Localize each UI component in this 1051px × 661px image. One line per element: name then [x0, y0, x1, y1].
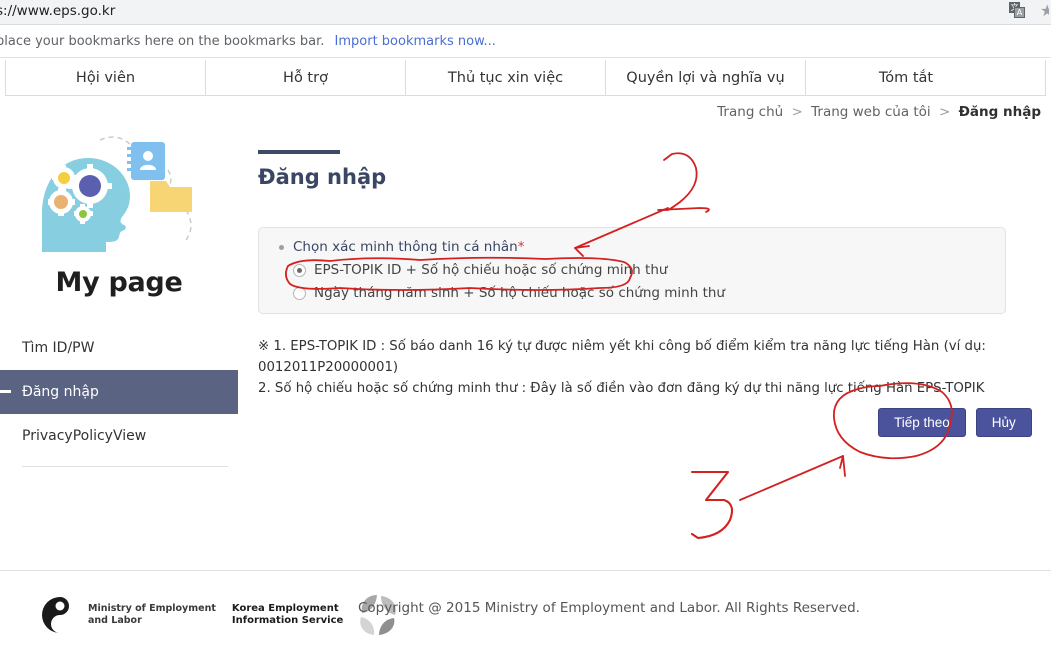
verification-legend: Chọn xác minh thông tin cá nhân *	[279, 239, 1005, 255]
sidebar-item-dang-nhap[interactable]: Đăng nhập	[0, 370, 238, 414]
nav-tab-hoi-vien[interactable]: Hội viên	[6, 60, 206, 95]
bullet-icon	[279, 244, 284, 250]
molab-line-1: Ministry of Employment	[88, 603, 216, 614]
annotation-arrow-head-2	[839, 455, 846, 477]
annotation-arrow-shaft-2	[739, 455, 844, 501]
title-rule	[258, 150, 340, 154]
page-root: s://www.eps.go.kr 文 A ★ place your bookm…	[0, 0, 1051, 661]
copyright-text: Copyright @ 2015 Ministry of Employment …	[358, 600, 860, 616]
nav-tab-tom-tat[interactable]: Tóm tắt	[806, 60, 1006, 95]
breadcrumb-section[interactable]: Trang web của tôi	[811, 104, 931, 120]
breadcrumb-current: Đăng nhập	[958, 104, 1041, 120]
sidebar-title: My page	[55, 267, 183, 298]
translate-icon[interactable]: 文 A	[1009, 2, 1026, 19]
ministry-of-employment-and-labor-logo-icon	[40, 595, 80, 635]
note-line-1: ※ 1. EPS-TOPIK ID : Số báo danh 16 ký tự…	[258, 339, 986, 354]
star-icon[interactable]: ★	[1040, 2, 1049, 19]
ministry-of-employment-and-labor-label: Ministry of Employment and Labor	[88, 603, 216, 627]
browser-address-bar[interactable]: s://www.eps.go.kr 文 A ★	[0, 0, 1051, 25]
bookmarks-hint-text: place your bookmarks here on the bookmar…	[0, 34, 325, 49]
page-title: Đăng nhập	[258, 165, 387, 189]
main-content: Đăng nhập Chọn xác minh thông tin cá nhâ…	[258, 150, 1032, 437]
verification-legend-text: Chọn xác minh thông tin cá nhân	[293, 239, 518, 255]
footer: Ministry of Employment and Labor Korea E…	[0, 571, 1051, 661]
omnibox-icon-group: 文 A ★	[1009, 2, 1049, 19]
address-bar-url[interactable]: s://www.eps.go.kr	[0, 3, 115, 19]
annotation-digit-three	[690, 470, 734, 540]
action-button-row: Tiếp theo Hủy	[878, 408, 1032, 437]
molab-line-2: and Labor	[88, 615, 142, 626]
nav-tab-thu-tuc-xin-viec[interactable]: Thủ tục xin việc	[406, 60, 606, 95]
radio-icon-selected[interactable]	[293, 263, 306, 277]
breadcrumb: Trang chủ > Trang web của tôi > Đăng nhậ…	[717, 104, 1041, 120]
site-nav-tabs: Hội viên Hỗ trợ Thủ tục xin việc Quyền l…	[5, 60, 1046, 96]
notes-block: ※ 1. EPS-TOPIK ID : Số báo danh 16 ký tự…	[258, 336, 1018, 399]
sidebar-item-privacy-policy-view[interactable]: PrivacyPolicyView	[0, 414, 238, 458]
verification-method-box: Chọn xác minh thông tin cá nhân * EPS-TOP…	[258, 227, 1006, 314]
sidebar-item-tim-id-pw[interactable]: Tìm ID/PW	[0, 326, 238, 370]
brain-gears-illustration	[0, 118, 238, 263]
sidebar: My page Tìm ID/PW Đăng nhập PrivacyPolic…	[0, 118, 238, 467]
bookmarks-bar: place your bookmarks here on the bookmar…	[0, 25, 1051, 58]
breadcrumb-home[interactable]: Trang chủ	[717, 104, 783, 120]
sidebar-item-label: PrivacyPolicyView	[22, 428, 147, 444]
import-bookmarks-link[interactable]: Import bookmarks now...	[335, 34, 496, 49]
nav-tab-ho-tro[interactable]: Hỗ trợ	[206, 60, 406, 95]
keis-line-1: Korea Employment	[231, 602, 339, 614]
breadcrumb-separator: >	[791, 104, 803, 120]
nav-tab-quyen-loi[interactable]: Quyền lợi và nghĩa vụ	[606, 60, 806, 95]
radio-option-label: Ngày tháng năm sinh + Số hộ chiếu hoặc s…	[314, 285, 725, 301]
sidebar-item-label: Tìm ID/PW	[22, 340, 95, 356]
note-line-2: 0012011P20000001)	[258, 360, 399, 375]
note-line-3: 2. Số hộ chiếu hoặc số chứng minh thư : …	[258, 381, 985, 396]
breadcrumb-separator-2: >	[938, 104, 951, 120]
next-button[interactable]: Tiếp theo	[878, 408, 966, 437]
radio-option-birthdate[interactable]: Ngày tháng năm sinh + Số hộ chiếu hoặc s…	[293, 285, 1005, 301]
sidebar-menu: Tìm ID/PW Đăng nhập PrivacyPolicyView	[0, 326, 238, 467]
korea-employment-information-service-label: Korea Employment Information Service	[232, 603, 343, 628]
footer-logo-group: Ministry of Employment and Labor Korea E…	[40, 593, 403, 637]
keis-line-2: Information Service	[231, 615, 344, 626]
required-asterisk: *	[517, 239, 525, 255]
radio-icon-unselected[interactable]	[293, 286, 306, 300]
radio-option-eps-topik-id[interactable]: EPS-TOPIK ID + Số hộ chiếu hoặc số chứng…	[293, 262, 1005, 278]
sidebar-item-label: Đăng nhập	[22, 384, 99, 400]
cancel-button[interactable]: Hủy	[975, 408, 1032, 437]
sidebar-divider	[22, 466, 228, 467]
radio-option-label: EPS-TOPIK ID + Số hộ chiếu hoặc số chứng…	[314, 262, 668, 278]
bookmarks-hint: place your bookmarks here on the bookmar…	[0, 34, 496, 49]
